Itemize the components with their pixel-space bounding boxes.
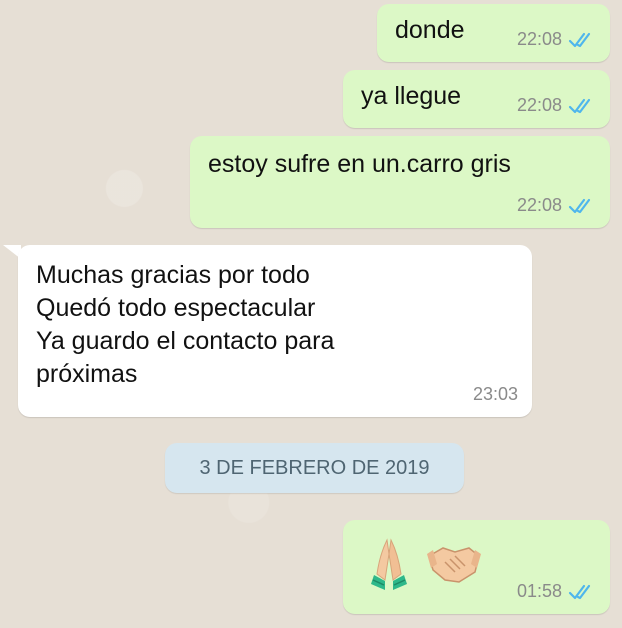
message-time: 01:58	[516, 581, 562, 601]
message-time: 22:08	[516, 95, 562, 115]
outgoing-message[interactable]: donde 22:08	[377, 4, 610, 62]
date-separator: 3 DE FEBRERO DE 2019	[165, 443, 464, 493]
message-time: 23:03	[472, 384, 518, 404]
outgoing-message[interactable]: 01:58	[343, 520, 610, 614]
incoming-message[interactable]: Muchas gracias por todo Quedó todo espec…	[18, 245, 532, 417]
double-check-icon	[568, 98, 591, 113]
double-check-icon	[568, 198, 591, 213]
message-meta: 23:03	[473, 378, 518, 411]
handshake-emoji-icon	[427, 547, 481, 583]
message-time: 22:08	[516, 195, 562, 215]
folded-hands-emoji-icon	[371, 538, 407, 590]
message-meta: 22:08	[517, 89, 596, 122]
double-check-icon	[568, 584, 591, 599]
outgoing-message[interactable]: estoy sufre en un.carro gris 22:08	[190, 136, 610, 228]
double-check-icon	[568, 32, 591, 47]
message-text: estoy sufre en un.carro gris	[208, 150, 511, 178]
message-meta: 01:58	[517, 575, 596, 608]
message-meta: 22:08	[517, 189, 596, 222]
message-time: 22:08	[516, 29, 562, 49]
message-text: Muchas gracias por todo Quedó todo espec…	[36, 261, 335, 388]
outgoing-message[interactable]: ya llegue 22:08	[343, 70, 610, 128]
message-meta: 22:08	[517, 23, 596, 56]
